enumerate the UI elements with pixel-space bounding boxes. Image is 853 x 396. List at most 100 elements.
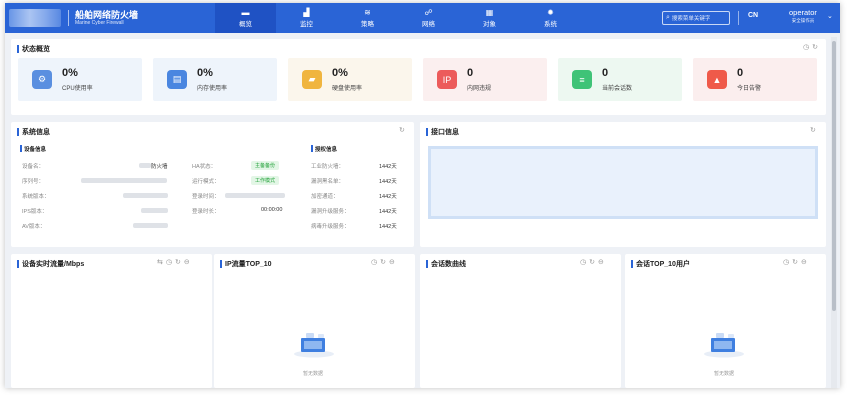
- serial-label: 序列号：: [22, 179, 45, 185]
- panel-tools: ◷ ↻: [803, 43, 818, 51]
- brand-divider: [68, 10, 69, 26]
- clock-icon[interactable]: ◷: [580, 258, 586, 266]
- run-mode-label: 运行模式：: [192, 179, 220, 185]
- panel-title: 会话TOP_10用户: [631, 259, 690, 269]
- minimize-icon[interactable]: ⊖: [801, 258, 807, 266]
- memory-icon: ▤: [167, 70, 187, 89]
- refresh-icon[interactable]: ↻: [589, 258, 595, 266]
- interface-info-panel: 接口信息 ↻: [420, 122, 826, 247]
- refresh-icon[interactable]: ↻: [810, 126, 816, 134]
- cpu-icon: ⚙: [32, 70, 52, 89]
- redacted-value: [141, 208, 168, 213]
- status-cards: ⚙ 0% CPU使用率 ▤ 0% 内存使用率 ▰ 0% 硬盘使用率 IP 0 内网违规 ≡ 0 当前会话数 ▲…: [18, 58, 817, 101]
- clock-icon[interactable]: ◷: [166, 258, 172, 266]
- policy-icon: ≋: [364, 8, 371, 17]
- status-overview-panel: 状态概览 ◷ ↻ ⚙ 0% CPU使用率 ▤ 0% 内存使用率 ▰ 0% 硬盘使用率 IP 0 内网违…: [11, 39, 826, 115]
- login-duration-value: 00:00:00: [261, 207, 283, 213]
- user-role: 安全操作员: [791, 18, 815, 23]
- alarm-card[interactable]: ▲ 0 今日告警: [693, 58, 817, 101]
- disk-card[interactable]: ▰ 0% 硬盘使用率: [288, 58, 412, 101]
- av-version-label: AV版本：: [22, 224, 46, 230]
- nav-item-3[interactable]: ☍ 网络: [398, 3, 459, 33]
- cpu-card[interactable]: ⚙ 0% CPU使用率: [18, 58, 142, 101]
- nav-item-label: 网络: [422, 21, 435, 28]
- redacted-value: [133, 223, 168, 228]
- nav-item-label: 监控: [300, 21, 313, 28]
- session-icon: ≡: [572, 70, 592, 89]
- minimize-icon[interactable]: ⊖: [184, 258, 190, 266]
- system-version-label: 系统版本：: [22, 194, 50, 200]
- clock-icon[interactable]: ◷: [803, 43, 809, 51]
- empty-data-text: 暂无数据: [714, 371, 735, 377]
- user-menu[interactable]: operator 安全操作员: [789, 8, 817, 24]
- search-placeholder: 搜索菜单关键字: [671, 16, 711, 22]
- panel-title: IP流量TOP_10: [220, 259, 272, 269]
- login-duration-label: 登录时长：: [192, 209, 220, 215]
- empty-data-illustration: [704, 333, 744, 358]
- alarm-icon: ▲: [707, 70, 727, 89]
- swap-icon[interactable]: ⇆: [157, 258, 163, 266]
- stat-label: 内存使用率: [197, 86, 228, 92]
- search-icon: ⌕: [666, 14, 670, 21]
- refresh-icon[interactable]: ↻: [792, 258, 798, 266]
- ha-status-badge: 主备备份: [251, 161, 280, 170]
- panel-title: 状态概览: [17, 44, 50, 54]
- stat-label: 硬盘使用率: [332, 86, 363, 92]
- network-icon: ☍: [424, 8, 433, 17]
- license-label: 工业防火墙：: [311, 164, 345, 170]
- clock-icon[interactable]: ◷: [371, 258, 377, 266]
- nav-item-1[interactable]: ▟ 监控: [276, 3, 337, 33]
- language-switch[interactable]: CN: [748, 12, 758, 19]
- nav-item-2[interactable]: ≋ 策略: [337, 3, 398, 33]
- ip-traffic-top10-panel: IP流量TOP_10 ◷ ↻ ⊖ 暂无数据: [214, 254, 415, 388]
- license-info-heading: 授权信息: [311, 145, 337, 153]
- panel-tools: ⇆ ◷ ↻ ⊖: [157, 258, 190, 266]
- session-top10-users-panel: 会话TOP_10用户 ◷ ↻ ⊖ 暂无数据: [625, 254, 826, 388]
- system-info-panel: 系统信息 ↻ 设备信息 授权信息 设备名： 防火墙 序列号： 系统版本： IPS…: [11, 122, 414, 247]
- nav-item-4[interactable]: ▦ 对象: [459, 3, 520, 33]
- top-nav-bar: 船舶网络防火墙 Marine Cyber Firewall ▬ 概览 ▟ 监控 ≋ 策略 ☍…: [5, 3, 840, 33]
- stat-value: 0: [737, 67, 744, 79]
- license-label: 漏洞升级服务：: [311, 209, 350, 215]
- stat-value: 0%: [62, 67, 78, 79]
- panel-tools: ↻: [810, 126, 816, 134]
- chevron-down-icon[interactable]: ⌄: [827, 12, 833, 20]
- run-mode-badge: 工作模式: [251, 176, 280, 185]
- device-name-label: 设备名：: [22, 164, 45, 170]
- intranet-violation-card[interactable]: IP 0 内网违规: [423, 58, 547, 101]
- stat-label: 内网违规: [467, 86, 492, 92]
- nav-item-label: 策略: [361, 21, 374, 28]
- memory-card[interactable]: ▤ 0% 内存使用率: [153, 58, 277, 101]
- panel-tools: ◷ ↻ ⊖: [783, 258, 807, 266]
- session-curve-panel: 会话数曲线 ◷ ↻ ⊖: [420, 254, 621, 388]
- minimize-icon[interactable]: ⊖: [389, 258, 395, 266]
- refresh-icon[interactable]: ↻: [399, 126, 405, 134]
- interface-diagram-area: [428, 146, 818, 219]
- license-value: 1442天: [379, 164, 397, 170]
- session-card[interactable]: ≡ 0 当前会话数: [558, 58, 682, 101]
- license-value: 1442天: [379, 179, 397, 185]
- search-input[interactable]: ⌕ 搜索菜单关键字: [662, 11, 730, 25]
- nav-item-label: 对象: [483, 21, 496, 28]
- redacted-value: [123, 193, 168, 198]
- main-nav: ▬ 概览 ▟ 监控 ≋ 策略 ☍ 网络 ▦ 对象 ✹ 系统: [215, 3, 581, 33]
- scrollbar-thumb[interactable]: [832, 41, 836, 311]
- stat-label: 当前会话数: [602, 86, 633, 92]
- nav-item-label: 概览: [239, 21, 252, 28]
- panel-title: 会话数曲线: [426, 259, 466, 269]
- disk-icon: ▰: [302, 70, 322, 89]
- app-window: 船舶网络防火墙 Marine Cyber Firewall ▬ 概览 ▟ 监控 ≋ 策略 ☍…: [5, 3, 840, 388]
- nav-item-0[interactable]: ▬ 概览: [215, 3, 276, 33]
- login-time-label: 登录时间：: [192, 194, 220, 200]
- refresh-icon[interactable]: ↻: [812, 43, 818, 51]
- stat-value: 0: [602, 67, 609, 79]
- nav-item-5[interactable]: ✹ 系统: [520, 3, 581, 33]
- refresh-icon[interactable]: ↻: [380, 258, 386, 266]
- object-icon: ▦: [485, 8, 494, 17]
- license-label: 漏洞黑名单：: [311, 179, 345, 185]
- refresh-icon[interactable]: ↻: [175, 258, 181, 266]
- stat-value: 0%: [332, 67, 348, 79]
- minimize-icon[interactable]: ⊖: [598, 258, 604, 266]
- redacted-value: [225, 193, 285, 198]
- clock-icon[interactable]: ◷: [783, 258, 789, 266]
